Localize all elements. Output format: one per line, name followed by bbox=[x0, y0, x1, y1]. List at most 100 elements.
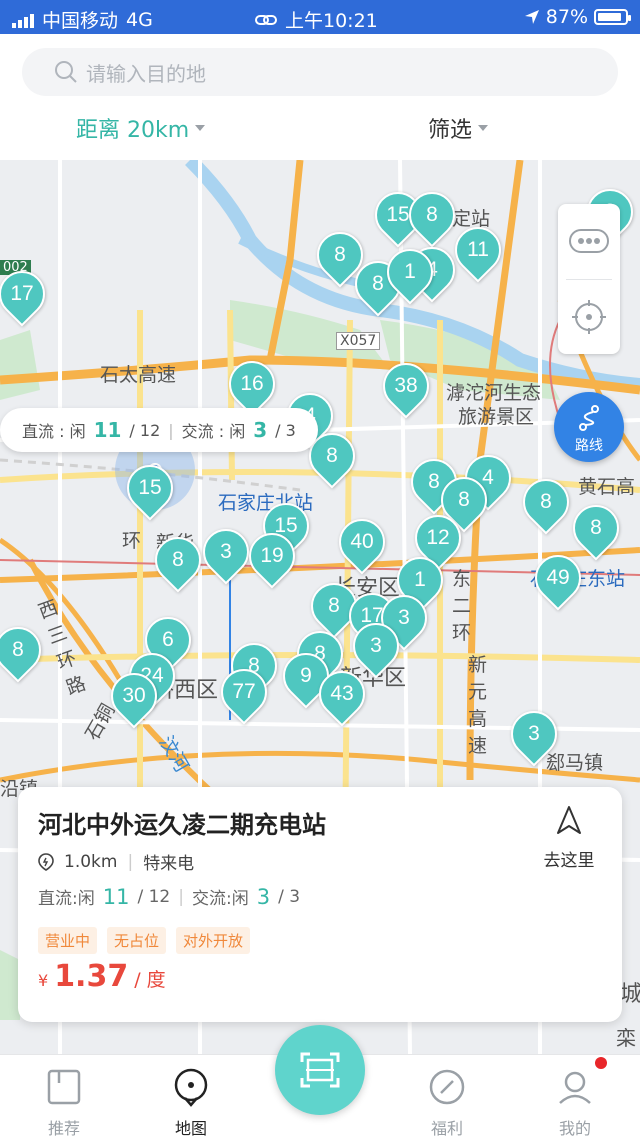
ac-label: 交流:闲 bbox=[191, 889, 249, 909]
station-availability-popup[interactable]: 直流 : 闲 11 / 12 | 交流 : 闲 3 / 3 bbox=[0, 408, 318, 452]
charging-station-pin[interactable]: 1 bbox=[377, 239, 443, 305]
route-label: 路线 bbox=[575, 438, 603, 454]
search-icon bbox=[55, 61, 77, 83]
dc-free-count: 11 bbox=[93, 418, 122, 442]
search-placeholder: 请输入目的地 bbox=[86, 61, 206, 86]
network-label: 4G bbox=[126, 8, 153, 31]
charging-station-pin[interactable]: 19 bbox=[239, 523, 305, 589]
charging-station-pin[interactable]: 11 bbox=[445, 217, 511, 283]
charging-station-pin[interactable]: 12 bbox=[405, 505, 471, 571]
tab-label: 地图 bbox=[174, 1119, 207, 1138]
map-label: 石太高速 bbox=[100, 364, 177, 386]
dc-label: 直流 : 闲 bbox=[22, 422, 86, 441]
station-distance: 1.0km bbox=[64, 851, 118, 872]
dc-label: 直流:闲 bbox=[38, 889, 95, 909]
distance-filter[interactable]: 距离 20km bbox=[76, 112, 206, 144]
map-label: 环 bbox=[122, 530, 142, 552]
map-label: 滹沱河生态 bbox=[446, 382, 542, 404]
signal-icon bbox=[12, 12, 34, 28]
charging-station-pin[interactable]: 77 bbox=[211, 659, 277, 725]
tab-map[interactable]: 地图 bbox=[141, 1055, 241, 1139]
station-price: ¥ 1.37 / 度 bbox=[38, 959, 166, 994]
map-label: 黄石高 bbox=[578, 476, 636, 498]
map-label: 栾 bbox=[616, 1026, 636, 1050]
charging-station-pin[interactable]: 3 bbox=[193, 519, 259, 585]
divider: | bbox=[168, 420, 174, 440]
map-label: 城 bbox=[620, 982, 640, 1007]
charging-station-pin[interactable]: 38 bbox=[373, 353, 439, 419]
ac-label: 交流 : 闲 bbox=[181, 422, 246, 441]
map-controls bbox=[558, 204, 620, 354]
navigate-button[interactable]: 去这里 bbox=[534, 805, 604, 871]
user-icon bbox=[559, 1071, 591, 1104]
battery-icon bbox=[594, 9, 631, 25]
charging-station-pin[interactable]: 8 bbox=[399, 182, 465, 248]
compass-icon bbox=[429, 1069, 465, 1105]
link-icon bbox=[255, 14, 277, 25]
tag-open: 营业中 bbox=[38, 927, 98, 954]
charging-station-pin[interactable]: 43 bbox=[309, 661, 375, 727]
station-card[interactable]: 河北中外运久凌二期充电站 1.0km | 特来电 直流:闲 11 / 12 | … bbox=[18, 787, 622, 1022]
tab-welfare[interactable]: 福利 bbox=[397, 1055, 497, 1139]
price-value: 1.37 bbox=[54, 959, 129, 994]
charging-station-pin[interactable]: 8 bbox=[0, 617, 51, 683]
charging-station-pin[interactable]: 49 bbox=[525, 545, 591, 611]
carrier-label: 中国移动 bbox=[42, 10, 119, 32]
more-options-icon[interactable] bbox=[568, 226, 610, 256]
tab-label: 福利 bbox=[430, 1119, 463, 1138]
location-arrow-icon bbox=[524, 10, 539, 24]
search-input[interactable]: 请输入目的地 bbox=[22, 48, 618, 96]
divider bbox=[566, 279, 612, 280]
scan-icon bbox=[300, 1052, 340, 1088]
route-button[interactable]: 路线 bbox=[554, 392, 624, 462]
location-pin-icon bbox=[38, 852, 54, 871]
map-label: X057 bbox=[336, 332, 381, 350]
charging-station-pin[interactable]: 15 bbox=[117, 455, 183, 521]
tab-label: 推荐 bbox=[47, 1119, 80, 1138]
filter-dropdown[interactable]: 筛选 bbox=[428, 112, 489, 144]
ac-free-count: 3 bbox=[253, 418, 268, 442]
tab-mine[interactable]: 我的 bbox=[525, 1055, 625, 1139]
header: 请输入目的地 距离 20km 筛选 bbox=[0, 34, 640, 160]
route-icon bbox=[579, 405, 599, 431]
map-view[interactable]: 石太高速 X057 滹沱河生态 旅游景区 石家庄北站 新华 长安区 东二环 西三… bbox=[0, 160, 640, 1054]
navigation-arrow-icon bbox=[557, 806, 581, 834]
time-label: 上午10:21 bbox=[285, 10, 378, 32]
charging-station-pin[interactable]: 16 bbox=[219, 351, 285, 417]
book-icon bbox=[47, 1069, 81, 1105]
map-label: 东二环 bbox=[452, 568, 472, 644]
charging-station-pin[interactable]: 8 bbox=[145, 527, 211, 593]
navigate-label: 去这里 bbox=[543, 851, 595, 871]
filter-label: 筛选 bbox=[428, 118, 473, 143]
tag-no-occupancy: 无占位 bbox=[107, 927, 167, 954]
map-label: 新元高速 bbox=[468, 654, 488, 757]
tab-recommend[interactable]: 推荐 bbox=[14, 1055, 114, 1139]
dc-total: / 12 bbox=[137, 886, 171, 907]
station-name: 河北中外运久凌二期充电站 bbox=[38, 811, 326, 839]
ac-total: / 3 bbox=[275, 420, 296, 440]
dc-total: / 12 bbox=[129, 420, 161, 440]
charging-station-pin[interactable]: 40 bbox=[329, 509, 395, 575]
dc-free-count: 11 bbox=[102, 884, 130, 909]
distance-filter-label: 距离 20km bbox=[76, 118, 190, 143]
divider: | bbox=[178, 886, 184, 907]
ac-free-count: 3 bbox=[256, 884, 271, 909]
locate-icon[interactable] bbox=[571, 299, 607, 335]
status-bar: 中国移动 4G 上午10:21 87% bbox=[0, 0, 640, 34]
chevron-down-icon bbox=[478, 125, 489, 131]
notification-dot bbox=[595, 1057, 607, 1069]
tab-bar: 推荐 地图 福利 我的 bbox=[0, 1017, 640, 1139]
charging-station-pin[interactable]: 8 bbox=[563, 495, 629, 561]
charging-station-pin[interactable]: 8 bbox=[299, 423, 365, 489]
divider: | bbox=[127, 851, 134, 872]
charging-station-pin[interactable]: 3 bbox=[343, 613, 409, 679]
map-pin-icon bbox=[174, 1068, 208, 1107]
station-operator: 特来电 bbox=[143, 854, 195, 874]
charging-station-pin[interactable]: 30 bbox=[101, 663, 167, 729]
charging-station-pin[interactable]: 3 bbox=[501, 701, 567, 767]
map-label: 旅游景区 bbox=[458, 406, 535, 428]
charging-station-pin[interactable]: 8 bbox=[513, 469, 579, 535]
price-unit: / 度 bbox=[134, 969, 166, 991]
scan-button[interactable] bbox=[267, 1017, 373, 1123]
charging-station-pin[interactable]: 17 bbox=[0, 261, 55, 327]
